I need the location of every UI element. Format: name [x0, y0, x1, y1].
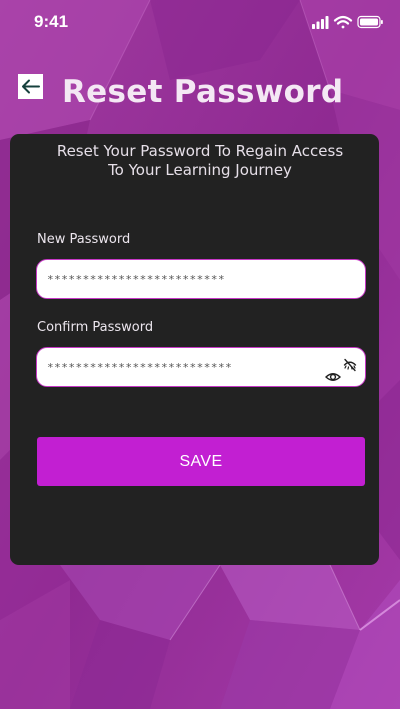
reset-password-screen: 9:41 Reset Password Reset Your Password …	[0, 0, 400, 709]
eye-off-icon[interactable]	[343, 358, 357, 372]
page-title: Reset Password	[62, 74, 344, 110]
signal-icon	[312, 16, 329, 29]
arrow-left-icon	[22, 79, 40, 94]
battery-icon	[357, 15, 383, 29]
back-button[interactable]	[18, 74, 43, 99]
reset-password-card: Reset Your Password To Regain Access To …	[10, 134, 379, 565]
new-password-label: New Password	[37, 232, 131, 247]
status-bar: 9:41	[0, 0, 400, 46]
new-password-input[interactable]	[47, 260, 317, 298]
card-subtitle: Reset Your Password To Regain Access To …	[56, 142, 344, 179]
confirm-password-input[interactable]	[47, 348, 317, 386]
status-time: 9:41	[34, 12, 69, 31]
save-button[interactable]: SAVE	[37, 437, 365, 486]
wifi-icon	[333, 15, 353, 29]
status-icons	[312, 15, 383, 29]
confirm-password-label: Confirm Password	[37, 320, 154, 335]
new-password-field	[36, 259, 366, 299]
confirm-password-field	[36, 347, 366, 387]
eye-icon[interactable]	[325, 370, 341, 384]
